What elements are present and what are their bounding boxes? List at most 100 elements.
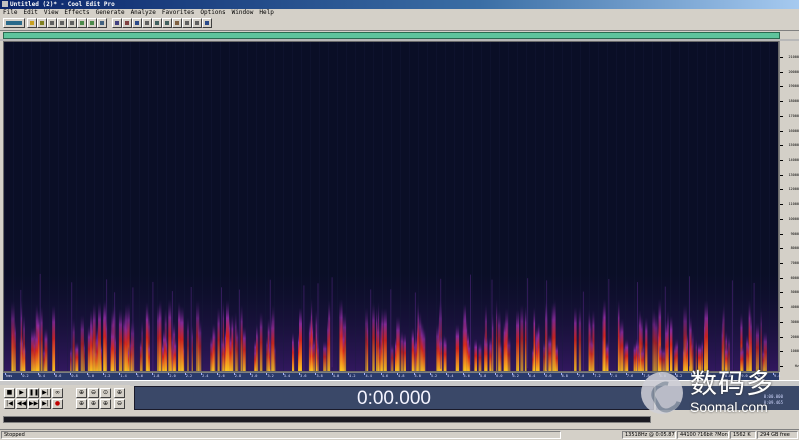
spectral-energy-streak [31, 327, 34, 371]
waveform-view-button[interactable] [3, 18, 25, 28]
mix-button[interactable] [122, 18, 132, 28]
spectral-energy-streak [376, 319, 380, 371]
time-tick [511, 373, 513, 375]
zoom-in-left-button[interactable]: ⊕ [76, 399, 87, 409]
menu-analyze[interactable]: Analyze [128, 9, 159, 17]
cue-button[interactable] [172, 18, 182, 28]
go-to-start-button[interactable]: |◀ [4, 399, 15, 409]
frequency-ruler[interactable]: 21000 20000 19000 18000 17000 16000 15000 14000… [779, 41, 799, 372]
spectral-high-freq-trace [527, 278, 529, 369]
copy-icon [60, 21, 64, 25]
spectral-noise-line [634, 42, 635, 371]
cut-button[interactable] [47, 18, 57, 28]
fast-forward-button[interactable]: ▶▶ [28, 399, 39, 409]
transport-controls: ■ ▶ ❚❚ ▶| ∞ |◀ ◀◀ ▶▶ ▶| ● ⊕ ⊖ ⊙ ⊕ ⊕ ⊕ ⊕ … [0, 385, 130, 411]
time-tick [5, 373, 6, 375]
pause-button[interactable]: ❚❚ [28, 388, 39, 398]
go-to-end-button[interactable]: ▶| [40, 399, 51, 409]
loop-button[interactable] [162, 18, 172, 28]
frequency-tick-label: 2000 [790, 334, 799, 339]
spectral-energy-streak [403, 333, 406, 371]
frequency-tick-label: 7000 [790, 261, 799, 265]
spectral-energy-streak [383, 307, 387, 371]
redo-button[interactable] [87, 18, 97, 28]
spectral-noise-line [202, 42, 203, 371]
edit-mode-button[interactable] [142, 18, 152, 28]
spectral-energy-streak [721, 323, 724, 371]
zoom-out-horizontal-button[interactable]: ⊖ [88, 388, 99, 398]
multitrack-button[interactable] [152, 18, 162, 28]
open-button[interactable] [27, 18, 37, 28]
waveform-overview-bar[interactable] [3, 32, 780, 39]
spectral-energy-streak [80, 315, 84, 371]
play-to-end-button[interactable]: ▶| [40, 388, 51, 398]
menu-view[interactable]: View [41, 9, 61, 17]
frequency-tick [780, 115, 783, 117]
save-button[interactable] [37, 18, 47, 28]
stop-button[interactable]: ■ [4, 388, 15, 398]
time-tick [331, 373, 333, 375]
spectral-energy-streak [98, 301, 101, 371]
spectral-energy-streak [670, 318, 672, 371]
spectral-noise-line [409, 42, 410, 371]
play-button[interactable]: ▶ [16, 388, 27, 398]
spectral-high-freq-trace [71, 282, 73, 371]
settings-button[interactable] [192, 18, 202, 28]
app-icon[interactable] [2, 1, 8, 7]
undo-button[interactable] [77, 18, 87, 28]
zoom-icon [100, 21, 104, 25]
menu-file[interactable]: File [0, 9, 20, 17]
time-tick-label: 6.0 [496, 374, 503, 378]
waveform-view-icon [6, 21, 22, 25]
zoom-selection-button[interactable]: ⊕ [100, 399, 111, 409]
copy-button[interactable] [57, 18, 67, 28]
spectral-energy-streak [552, 302, 556, 371]
spectral-noise-line [256, 42, 257, 371]
spectrogram-canvas[interactable] [4, 42, 779, 372]
loop-button[interactable]: ∞ [52, 388, 63, 398]
zoom-in-right-button[interactable]: ⊕ [88, 399, 99, 409]
spectral-energy-streak [256, 323, 258, 371]
spectral-energy-streak [254, 346, 256, 371]
spectral-energy-streak [123, 311, 127, 371]
spectral-energy-streak [212, 325, 216, 371]
spectral-noise-line [292, 42, 293, 371]
menu-effects[interactable]: Effects [61, 9, 92, 17]
zoom-in-horizontal-button[interactable]: ⊕ [76, 388, 87, 398]
time-tick-label: hms [6, 374, 13, 378]
spectral-high-freq-trace [689, 276, 690, 367]
menu-generate[interactable]: Generate [93, 9, 128, 17]
spectral-energy-streak [191, 325, 193, 371]
menu-window[interactable]: Window [229, 9, 257, 17]
zoom-out-vertical-button[interactable]: ⊖ [114, 399, 125, 409]
menu-favorites[interactable]: Favorites [159, 9, 198, 17]
spectral-energy-streak [516, 309, 519, 371]
time-tick [201, 373, 203, 375]
help-button[interactable] [202, 18, 212, 28]
spectral-energy-streak [159, 299, 162, 371]
spectral-high-freq-trace [331, 277, 333, 368]
spectral-energy-streak [436, 324, 439, 371]
select-button[interactable] [112, 18, 122, 28]
menu-options[interactable]: Options [197, 9, 228, 17]
paste-button[interactable] [67, 18, 77, 28]
record-button[interactable]: ● [52, 399, 63, 409]
zoom-button[interactable] [97, 18, 107, 28]
marker-button[interactable] [182, 18, 192, 28]
menu-help[interactable]: Help [256, 9, 276, 17]
spectral-view[interactable] [3, 41, 779, 372]
zoom-in-vertical-button[interactable]: ⊕ [114, 388, 125, 398]
frequency-tick [780, 218, 783, 220]
spectral-energy-streak [489, 340, 492, 371]
spectral-noise-line [454, 42, 455, 371]
spectral-energy-streak [537, 322, 540, 371]
spectral-view-button[interactable] [132, 18, 142, 28]
spectral-energy-streak [543, 340, 546, 371]
spectral-energy-streak [478, 342, 482, 371]
status-bar: Stopped 13518Hz @ 0:05.871 44100 ?16bit … [0, 429, 799, 440]
status-free-space: 294 GB free [757, 431, 798, 439]
spectral-energy-streak [173, 337, 177, 371]
zoom-full-button[interactable]: ⊙ [100, 388, 111, 398]
rewind-button[interactable]: ◀◀ [16, 399, 27, 409]
menu-edit[interactable]: Edit [20, 9, 40, 17]
